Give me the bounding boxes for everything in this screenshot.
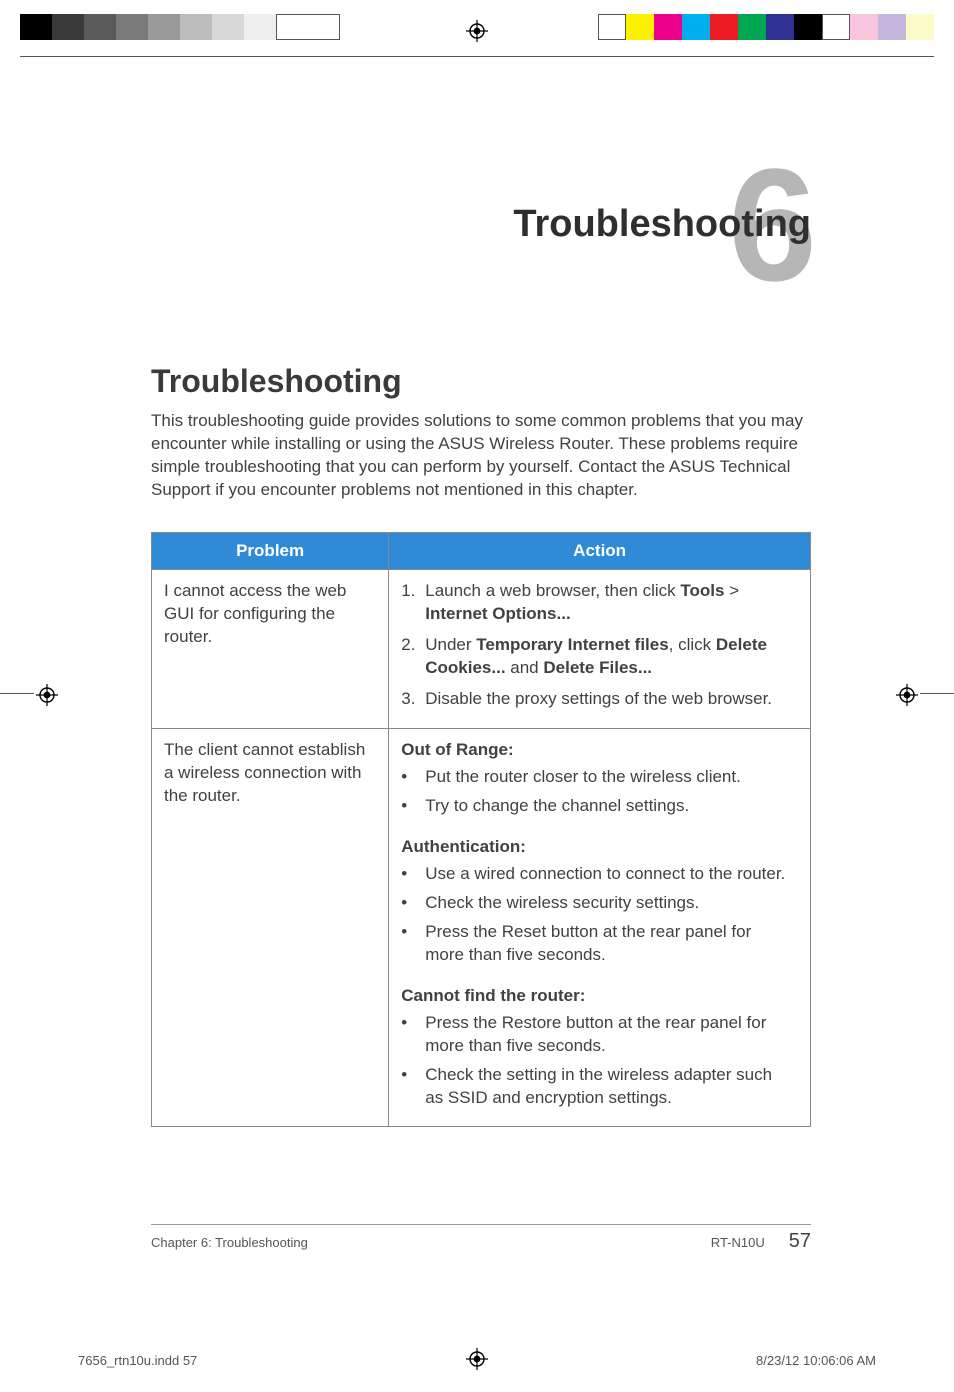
cell-problem: The client cannot establish a wireless c… xyxy=(152,729,389,1126)
imposition-footer: 7656_rtn10u.indd 57 8/23/12 10:06:06 AM xyxy=(78,1353,876,1368)
imposition-timestamp: 8/23/12 10:06:06 AM xyxy=(756,1353,876,1368)
crop-tick xyxy=(0,693,34,694)
intro-paragraph: This troubleshooting guide provides solu… xyxy=(151,410,811,502)
chapter-title: Troubleshooting xyxy=(513,203,811,246)
table-row: The client cannot establish a wireless c… xyxy=(152,729,811,1126)
th-problem: Problem xyxy=(152,532,389,569)
page-number: 57 xyxy=(789,1230,811,1253)
registration-mark-icon xyxy=(466,20,488,42)
registration-mark-icon xyxy=(896,684,918,706)
cell-problem: I cannot access the web GUI for configur… xyxy=(152,569,389,729)
imposition-file: 7656_rtn10u.indd 57 xyxy=(78,1353,197,1368)
table-row: I cannot access the web GUI for configur… xyxy=(152,569,811,729)
registration-mark-icon xyxy=(36,684,58,706)
page: 6 Troubleshooting Troubleshooting This t… xyxy=(0,0,954,1392)
crop-tick xyxy=(920,693,954,694)
grayscale-bar xyxy=(20,14,340,40)
cell-action: Out of Range: •Put the router closer to … xyxy=(389,729,811,1126)
footer-rule xyxy=(151,1224,811,1225)
troubleshooting-table: Problem Action I cannot access the web G… xyxy=(151,532,811,1127)
footer-left: Chapter 6: Troubleshooting xyxy=(151,1235,308,1250)
color-bar xyxy=(598,14,934,40)
body: Troubleshooting This troubleshooting gui… xyxy=(151,363,811,1127)
footer-model: RT-N10U xyxy=(711,1235,765,1250)
page-footer: Chapter 6: Troubleshooting RT-N10U 57 xyxy=(151,1230,811,1253)
section-heading: Troubleshooting xyxy=(151,363,811,400)
th-action: Action xyxy=(389,532,811,569)
sheet: 6 Troubleshooting Troubleshooting This t… xyxy=(95,95,859,1297)
cell-action: 1.Launch a web browser, then click Tools… xyxy=(389,569,811,729)
